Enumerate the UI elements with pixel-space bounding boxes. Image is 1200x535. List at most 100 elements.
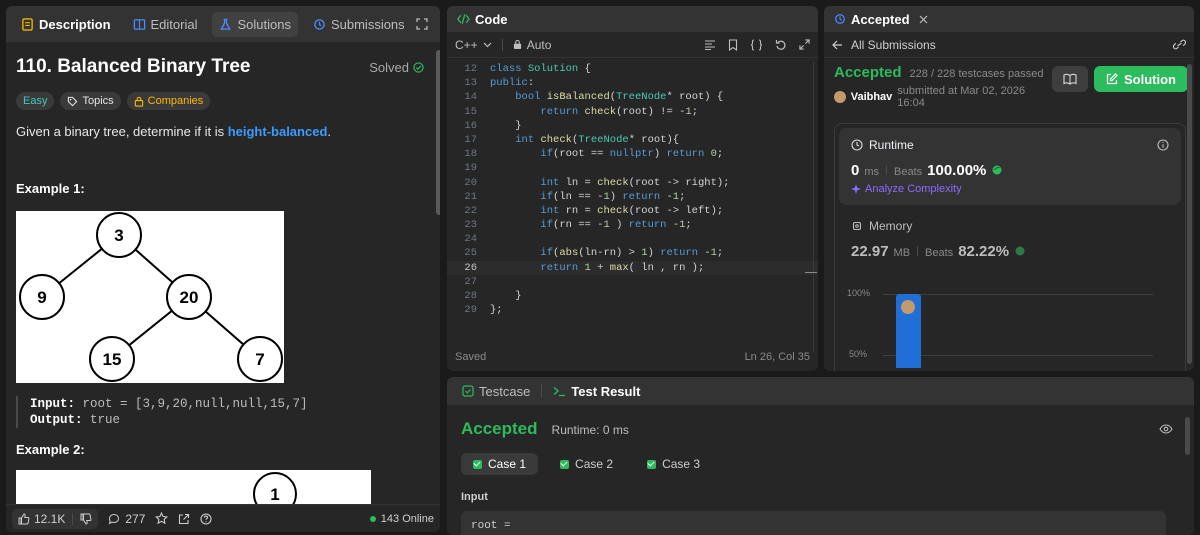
tab-solutions-label: Solutions	[237, 16, 291, 32]
statement-text: Given a binary tree, determine if it is	[16, 124, 228, 139]
code-line[interactable]: 23 if(rn == -1 ) return -1;	[447, 218, 818, 232]
bookmark-icon[interactable]	[728, 38, 738, 51]
test-result-body: Accepted Runtime: 0 ms Case 1 Case 2 Cas…	[461, 419, 1173, 535]
code-line[interactable]: 17 int check(TreeNode* root){	[447, 133, 818, 147]
editorial-button[interactable]	[1052, 66, 1088, 92]
line-code: int rn = check(root -> left);	[540, 204, 724, 217]
tab-editorial[interactable]: Editorial	[126, 12, 205, 37]
runtime-beats-label: Beats	[894, 166, 923, 178]
thumbs-down-icon[interactable]	[80, 513, 92, 525]
post-solution-label: Solution	[1124, 71, 1176, 87]
auto-mode-toggle[interactable]: Auto	[513, 38, 551, 52]
tag-icon	[67, 96, 78, 107]
height-balanced-link[interactable]: height-balanced	[228, 124, 328, 139]
companies-tag[interactable]: Companies	[126, 92, 211, 110]
memory-card[interactable]: Memory 22.97 MB Beats 82.22%	[839, 205, 1181, 260]
line-code: }	[490, 290, 522, 302]
info-icon[interactable]	[1157, 139, 1169, 151]
checkbox-icon	[462, 385, 474, 397]
format-icon[interactable]	[704, 39, 716, 50]
code-line[interactable]: 20 int ln = check(root -> right);	[447, 176, 818, 190]
tab-code-label: Code	[475, 11, 508, 27]
code-line[interactable]: 13 public:	[447, 76, 818, 90]
code-line[interactable]: 21 if(ln == -1) return -1;	[447, 190, 818, 204]
code-line[interactable]: 16 }	[447, 119, 818, 133]
code-line[interactable]: 18 if(root == nullptr) return 0;	[447, 147, 818, 161]
code-editor[interactable]: 12 class Solution {13 public: 14 bool isBal…	[447, 62, 818, 350]
username[interactable]: Vaibhav	[851, 91, 893, 103]
tab-description[interactable]: Description	[14, 12, 118, 37]
reset-icon[interactable]	[775, 39, 787, 51]
example-1-io: Input: root = [3,9,20,null,null,15,7] Ou…	[16, 396, 424, 428]
tab-testcase[interactable]: Testcase	[455, 379, 537, 404]
leaf-icon	[1014, 245, 1026, 256]
all-submissions-link[interactable]: All Submissions	[832, 38, 936, 52]
terminal-icon	[553, 386, 566, 397]
example-2-heading: Example 2:	[16, 442, 85, 457]
share-icon[interactable]	[178, 513, 190, 525]
tree-node: 15	[103, 350, 122, 369]
post-solution-button[interactable]: Solution	[1094, 66, 1188, 92]
statement-end: .	[327, 124, 332, 139]
line-number: 17	[464, 133, 477, 146]
code-line[interactable]: 25 if(abs(ln-rn) > 1) return -1;	[447, 246, 818, 260]
code-line[interactable]: 14 bool isBalanced(TreeNode* root) {	[447, 90, 818, 104]
tab-code[interactable]: Code	[455, 12, 510, 27]
problem-description: 110. Balanced Binary Tree Solved Easy To…	[6, 42, 434, 510]
braces-icon[interactable]	[750, 38, 763, 51]
code-line[interactable]: 28 }	[447, 289, 818, 303]
tab-accepted[interactable]: Accepted	[832, 12, 930, 27]
expand-icon[interactable]	[416, 18, 428, 30]
code-line[interactable]: 22 int rn = check(root -> left);	[447, 204, 818, 218]
runtime-distribution-chart: 100% 50%	[839, 278, 1181, 368]
description-scrollbar[interactable]	[436, 50, 440, 215]
output-value: true	[82, 413, 121, 427]
like-button[interactable]: 12.1K	[12, 508, 99, 529]
clock-icon	[851, 139, 863, 151]
problem-title[interactable]: 110. Balanced Binary Tree	[16, 56, 250, 78]
tree-node: 7	[255, 350, 264, 369]
distribution-bar[interactable]	[896, 294, 921, 368]
tab-test-result[interactable]: Test Result	[546, 379, 647, 404]
case-2-tab[interactable]: Case 2	[548, 453, 625, 475]
topics-tag[interactable]: Topics	[60, 92, 121, 110]
left-tabbar: Description Editorial Solutions Submissi…	[6, 6, 440, 42]
code-line[interactable]: 27	[447, 275, 818, 289]
fullscreen-icon[interactable]	[799, 39, 810, 50]
submission-scrollbar[interactable]	[1187, 64, 1192, 364]
test-scrollbar[interactable]	[1185, 417, 1190, 455]
link-icon[interactable]	[1173, 39, 1186, 50]
case-tabs: Case 1 Case 2 Case 3	[461, 453, 1173, 475]
description-footer: 12.1K 277 143 Online	[6, 504, 440, 532]
code-line[interactable]: 19	[447, 161, 818, 175]
comments-button[interactable]: 277	[108, 512, 145, 526]
runtime-card[interactable]: Runtime 0 ms Beats 100.00% Analyze Compl…	[839, 128, 1181, 205]
tab-solutions[interactable]: Solutions	[212, 11, 298, 37]
code-line[interactable]: 29};	[447, 303, 818, 317]
code-line[interactable]: 15 return check(root) != -1;	[447, 105, 818, 119]
memory-unit: MB	[893, 247, 911, 259]
line-number: 25	[464, 247, 477, 260]
analyze-complexity-link[interactable]: Analyze Complexity	[851, 183, 1169, 195]
code-line[interactable]: 12 class Solution {	[447, 62, 818, 76]
code-line[interactable]: 26 return 1 + max( ln , rn );	[447, 260, 818, 275]
tab-submissions[interactable]: Submissions	[306, 12, 412, 37]
like-divider	[72, 512, 74, 525]
submission-panel: Accepted All Submissions Accepted 228 / …	[824, 6, 1194, 371]
case-3-tab[interactable]: Case 3	[635, 453, 712, 475]
avatar[interactable]	[834, 91, 846, 103]
line-code: if(rn == -1 ) return -1;	[540, 219, 692, 232]
eye-icon[interactable]	[1159, 424, 1173, 434]
testcases-passed: 228 / 228 testcases passed	[909, 68, 1044, 80]
code-line[interactable]: 24	[447, 232, 818, 246]
lock-icon	[513, 39, 522, 50]
line-number: 21	[464, 190, 477, 203]
language-select[interactable]: C++	[455, 38, 492, 52]
case-1-tab[interactable]: Case 1	[461, 453, 539, 475]
close-icon[interactable]	[919, 15, 928, 24]
help-icon[interactable]	[200, 512, 212, 525]
runtime-value: 0	[851, 162, 860, 179]
star-icon[interactable]	[155, 512, 169, 525]
